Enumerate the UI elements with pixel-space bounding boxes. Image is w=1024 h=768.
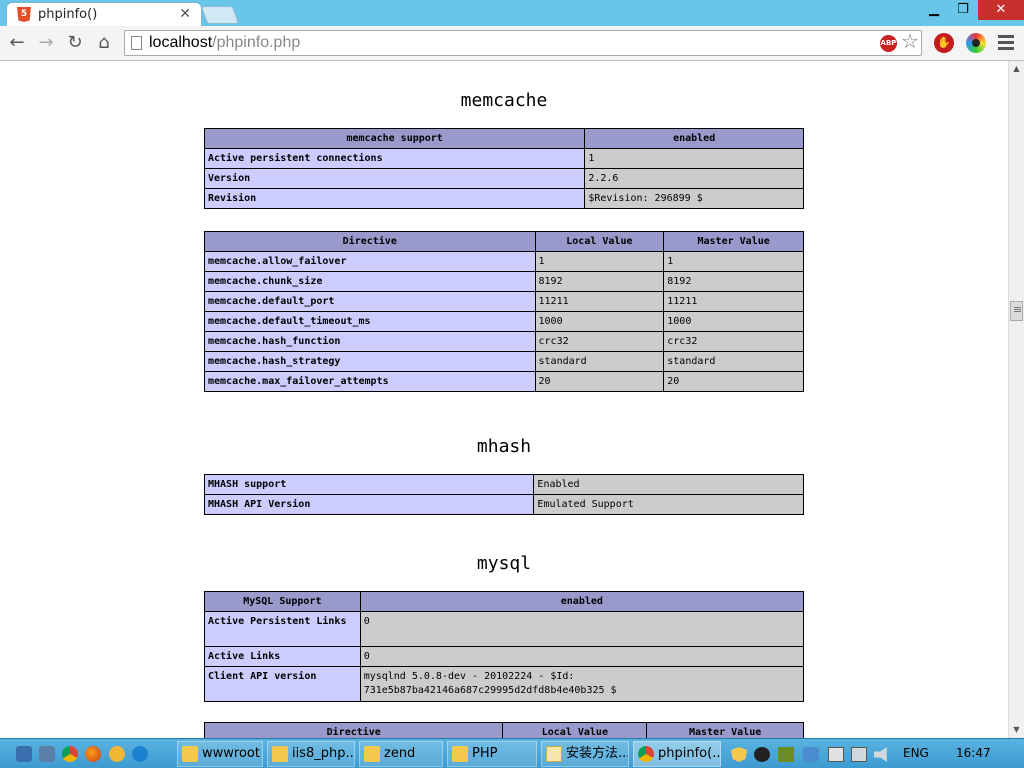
page-content: memcache memcache support enabled Active… [0, 61, 1008, 738]
task-zend[interactable]: zend [359, 741, 443, 767]
task-php[interactable]: PHP [447, 741, 537, 767]
mhash-table: MHASH support Enabled MHASH API Version Em… [203, 474, 804, 515]
folder-icon [272, 746, 288, 762]
windows-taskbar: wwwroot iis8_php... zend PHP 安装方法... php… [0, 738, 1024, 768]
table-row: Version 2.2.6 [203, 168, 804, 189]
table-row: memcache.default_timeout_ms 1000 1000 [204, 311, 804, 332]
table-header-row: Directive Local Value Master Value [203, 722, 804, 738]
table-row: memcache.chunk_size 8192 8192 [204, 271, 804, 292]
table-row: memcache.hash_strategy standard standard [204, 351, 804, 372]
url-text[interactable]: localhost/phpinfo.php [149, 34, 300, 52]
memcache-info-table: memcache support enabled Active persiste… [203, 128, 804, 209]
shield-icon[interactable] [731, 747, 747, 762]
reload-icon[interactable]: ↻ [63, 31, 87, 55]
section-title-mysql: mysql [476, 553, 532, 574]
task-install-doc[interactable]: 安装方法... [541, 741, 629, 767]
adblock-icon[interactable]: ABP [880, 35, 897, 52]
input-language[interactable]: ENG [903, 746, 929, 760]
task-iis8-php[interactable]: iis8_php... [267, 741, 355, 767]
game-icon[interactable] [778, 747, 794, 762]
scroll-down-icon[interactable]: ▼ [1009, 722, 1024, 738]
table-row: memcache.hash_function crc32 crc32 [204, 331, 804, 352]
folder-icon [182, 746, 198, 762]
maximize-button[interactable]: ❐ [948, 0, 978, 20]
memcache-directive-table: Directive Local Value Master Value memca… [204, 231, 804, 392]
table-row: memcache.default_port 11211 11211 [204, 291, 804, 312]
folder-icon [364, 746, 380, 762]
table-row: memcache.max_failover_attempts 20 20 [204, 371, 804, 392]
tab-close-icon[interactable]: ✕ [179, 6, 191, 22]
section-title-memcache: memcache [460, 90, 548, 111]
window-title-bar: 5 phpinfo() ✕ ▁ ❐ ✕ [0, 0, 1024, 26]
browser-toolbar: ← → ↻ ⌂ localhost/phpinfo.php [0, 26, 1024, 61]
flag-icon[interactable] [828, 747, 844, 762]
minimize-button[interactable]: ▁ [919, 0, 949, 20]
section-title-mhash: mhash [476, 436, 532, 457]
forward-arrow-icon[interactable]: → [34, 31, 58, 55]
scroll-up-icon[interactable]: ▲ [1009, 61, 1024, 77]
scroll-thumb[interactable] [1010, 301, 1023, 321]
table-row: Active persistent connections 1 [203, 148, 804, 169]
computer-icon[interactable] [39, 746, 55, 762]
mysql-info-table: MySQL Support enabled Active Persistent … [204, 591, 805, 702]
table-row: Client API version mysqlnd 5.0.8-dev - 20… [204, 666, 805, 702]
html5-icon: 5 [17, 7, 31, 22]
new-tab-button[interactable] [200, 6, 240, 24]
firefox-icon[interactable] [85, 746, 101, 762]
table-header-row: memcache support enabled [203, 128, 804, 149]
table-row: Active Persistent Links 0 [204, 611, 805, 647]
table-row: memcache.allow_failover 1 1 [204, 251, 804, 272]
ie-tab-icon[interactable] [109, 746, 125, 762]
menu-icon[interactable] [998, 33, 1014, 53]
browser-tab[interactable]: 5 phpinfo() ✕ [6, 2, 202, 26]
table-row: MHASH API Version Emulated Support [203, 494, 804, 515]
task-phpinfo-chrome[interactable]: phpinfo(... [633, 741, 721, 767]
table-header-row: Directive Local Value Master Value [204, 231, 804, 252]
task-wwwroot[interactable]: wwwroot [177, 741, 263, 767]
table-row: MHASH support Enabled [203, 474, 804, 495]
address-bar[interactable]: localhost/phpinfo.php [124, 30, 922, 56]
chrome-icon[interactable] [62, 746, 78, 762]
page-icon [131, 36, 142, 50]
security-check-icon[interactable] [803, 747, 819, 762]
internet-explorer-icon[interactable] [132, 746, 148, 762]
chrome-icon [638, 746, 654, 762]
volume-icon[interactable] [874, 747, 887, 762]
extension-color-icon[interactable] [966, 33, 986, 53]
document-icon [546, 746, 562, 762]
show-desktop-icon[interactable] [16, 746, 32, 762]
network-icon[interactable] [851, 747, 867, 762]
mysql-directive-table: Directive Local Value Master Value [203, 722, 804, 738]
stop-hand-icon[interactable]: ✋ [934, 33, 954, 53]
close-window-button[interactable]: ✕ [978, 0, 1024, 20]
table-header-row: MySQL Support enabled [204, 591, 805, 612]
qq-icon[interactable] [754, 747, 770, 762]
home-icon[interactable]: ⌂ [92, 31, 116, 55]
tab-title: phpinfo() [38, 7, 98, 22]
system-clock[interactable]: 16:47 [956, 746, 991, 760]
folder-icon [452, 746, 468, 762]
table-row: Active Links 0 [204, 646, 805, 667]
table-row: Revision $Revision: 296899 $ [203, 188, 804, 209]
vertical-scrollbar[interactable]: ▲ ▼ [1008, 61, 1024, 738]
bookmark-star-icon[interactable]: ☆ [901, 29, 919, 53]
back-arrow-icon[interactable]: ← [5, 31, 29, 55]
